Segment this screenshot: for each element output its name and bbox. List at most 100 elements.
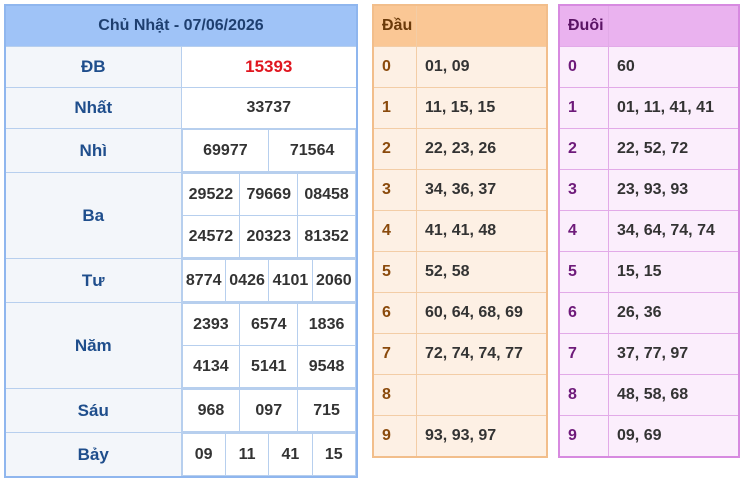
dau-digit: 7 [372, 333, 417, 375]
duoi-digit: 4 [558, 210, 609, 252]
dau-digit: 6 [372, 292, 417, 334]
dau-row: 5 52, 58 [372, 251, 548, 293]
prize-label: Năm [4, 302, 182, 389]
duoi-digit: 6 [558, 292, 609, 334]
duoi-row: 2 22, 52, 72 [558, 128, 740, 170]
dau-digit: 0 [372, 46, 417, 88]
dau-row: 3 34, 36, 37 [372, 169, 548, 211]
prize-value: 4101 [268, 259, 313, 302]
prize-value: 8774 [181, 259, 226, 302]
dau-values: 41, 41, 48 [416, 210, 548, 252]
duoi-values: 09, 69 [608, 415, 740, 458]
duoi-values: 37, 77, 97 [608, 333, 740, 375]
prize-value: 29522 [181, 173, 241, 216]
prize-label: Nhì [4, 128, 182, 173]
duoi-table: Đuôi 0 60 1 01, 11, 41, 41 2 22, 52, 72 3 23… [558, 4, 740, 458]
results-table: Chủ Nhật - 07/06/2026 ĐB 15393 Nhất 3373… [4, 4, 358, 478]
prize-value: 41 [268, 433, 313, 476]
duoi-digit: 7 [558, 333, 609, 375]
dau-row: 1 11, 15, 15 [372, 87, 548, 129]
dau-digit: 5 [372, 251, 417, 293]
dau-digit: 3 [372, 169, 417, 211]
prize-row-ba: Ba 29522 79669 08458 24572 20323 81352 [4, 172, 358, 259]
prize-label: Nhất [4, 87, 182, 129]
dau-digit: 2 [372, 128, 417, 170]
duoi-digit: 1 [558, 87, 609, 129]
prize-value: 9548 [297, 345, 356, 388]
prize-value: 11 [224, 433, 270, 476]
duoi-values: 15, 15 [608, 251, 740, 293]
prize-value: 79669 [239, 173, 299, 216]
prize-value: 69977 [181, 129, 270, 172]
duoi-digit: 2 [558, 128, 609, 170]
results-title: Chủ Nhật - 07/06/2026 [4, 4, 358, 47]
dau-values: 11, 15, 15 [416, 87, 548, 129]
dau-values: 34, 36, 37 [416, 169, 548, 211]
dau-digit: 9 [372, 415, 417, 458]
dau-values [416, 374, 548, 416]
prize-value: 968 [181, 389, 241, 432]
duoi-values: 26, 36 [608, 292, 740, 334]
dau-header-empty [416, 4, 548, 47]
prize-value: 81352 [297, 215, 356, 258]
duoi-row: 0 60 [558, 46, 740, 88]
duoi-values: 60 [608, 46, 740, 88]
prize-label: Ba [4, 172, 182, 259]
prize-value: 1836 [297, 303, 356, 346]
duoi-values: 34, 64, 74, 74 [608, 210, 740, 252]
duoi-row: 1 01, 11, 41, 41 [558, 87, 740, 129]
dau-values: 01, 09 [416, 46, 548, 88]
duoi-row: 3 23, 93, 93 [558, 169, 740, 211]
prize-value: 4134 [181, 345, 241, 388]
dau-header: Đầu [372, 4, 417, 47]
dau-row: 7 72, 74, 74, 77 [372, 333, 548, 375]
prize-value: 15 [311, 433, 357, 476]
prize-value: 09 [181, 433, 226, 476]
dau-row: 2 22, 23, 26 [372, 128, 548, 170]
prize-value: 08458 [297, 173, 356, 216]
prize-value: 2393 [181, 303, 241, 346]
dau-row: 6 60, 64, 68, 69 [372, 292, 548, 334]
prize-row-db: ĐB 15393 [4, 46, 358, 88]
prize-label: Tư [4, 258, 182, 303]
duoi-digit: 8 [558, 374, 609, 416]
prize-value: 33737 [180, 87, 358, 129]
prize-value: 24572 [181, 215, 241, 258]
duoi-row: 4 34, 64, 74, 74 [558, 210, 740, 252]
duoi-values: 22, 52, 72 [608, 128, 740, 170]
prize-value: 097 [239, 389, 299, 432]
prize-row-nhat: Nhất 33737 [4, 87, 358, 129]
dau-values: 72, 74, 74, 77 [416, 333, 548, 375]
duoi-values: 48, 58, 68 [608, 374, 740, 416]
duoi-header: Đuôi [558, 4, 609, 47]
prize-row-bay: Bảy 09 11 41 15 [4, 432, 358, 478]
duoi-row: 6 26, 36 [558, 292, 740, 334]
prize-row-tu: Tư 8774 0426 4101 2060 [4, 258, 358, 303]
duoi-header-empty [608, 4, 740, 47]
prize-value: 0426 [224, 259, 270, 302]
prize-label: ĐB [4, 46, 182, 88]
prize-value: 20323 [239, 215, 299, 258]
prize-value: 5141 [239, 345, 299, 388]
duoi-values: 23, 93, 93 [608, 169, 740, 211]
duoi-digit: 9 [558, 415, 609, 458]
dau-table: Đầu 0 01, 09 1 11, 15, 15 2 22, 23, 26 3 34,… [372, 4, 548, 458]
dau-row: 9 93, 93, 97 [372, 415, 548, 458]
dau-row: 8 [372, 374, 548, 416]
prize-label: Bảy [4, 432, 182, 478]
duoi-digit: 5 [558, 251, 609, 293]
duoi-row: 7 37, 77, 97 [558, 333, 740, 375]
duoi-row: 5 15, 15 [558, 251, 740, 293]
duoi-digit: 3 [558, 169, 609, 211]
dau-digit: 4 [372, 210, 417, 252]
dau-values: 93, 93, 97 [416, 415, 548, 458]
special-prize-value: 15393 [180, 46, 358, 88]
prize-value: 6574 [239, 303, 299, 346]
dau-values: 60, 64, 68, 69 [416, 292, 548, 334]
duoi-row: 9 09, 69 [558, 415, 740, 458]
prize-row-nhi: Nhì 69977 71564 [4, 128, 358, 173]
dau-digit: 1 [372, 87, 417, 129]
prize-value: 2060 [311, 259, 357, 302]
prize-value: 71564 [268, 129, 356, 172]
prize-label: Sáu [4, 388, 182, 433]
